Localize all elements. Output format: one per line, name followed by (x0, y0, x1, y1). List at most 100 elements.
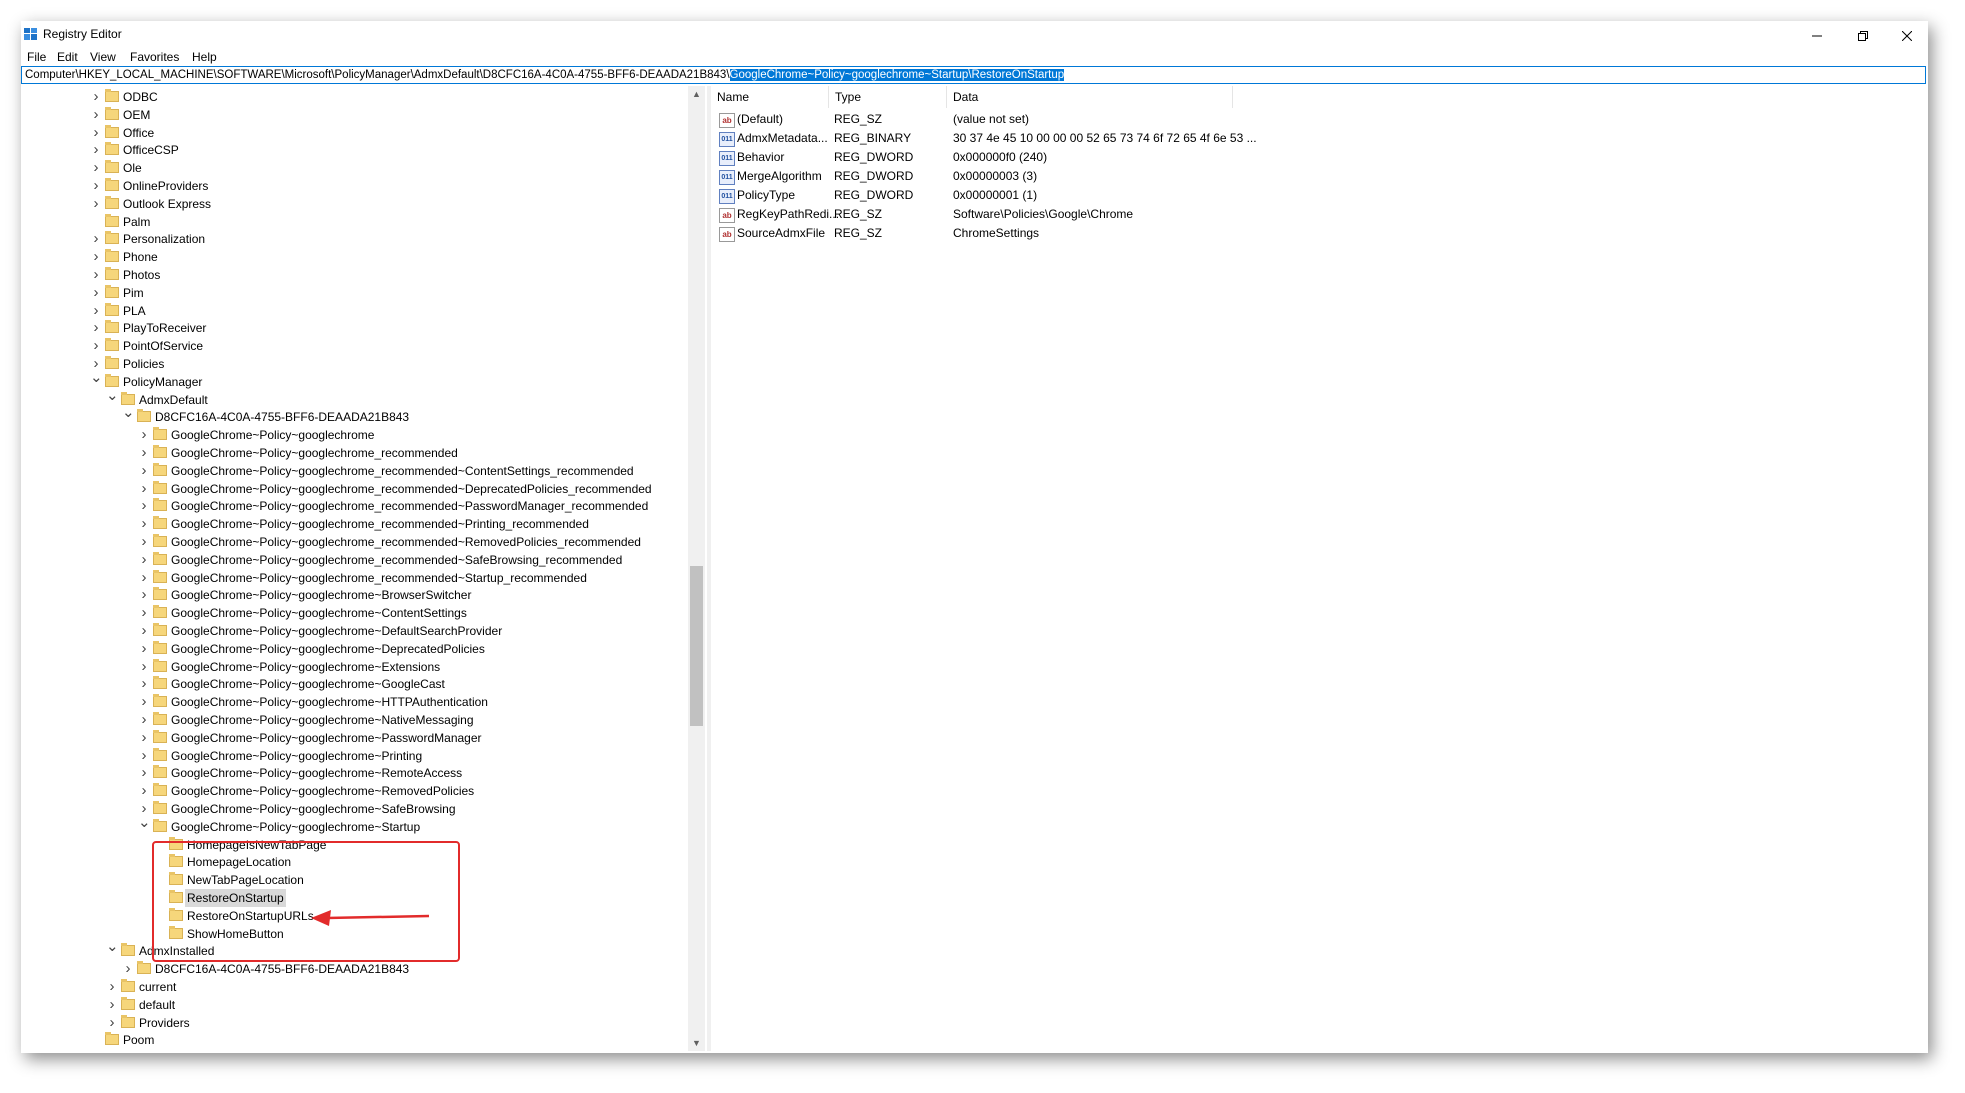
column-header-data[interactable]: Data (947, 86, 1233, 108)
minimize-button[interactable] (1794, 21, 1840, 51)
chevron-right-icon[interactable]: › (106, 1014, 118, 1032)
chevron-right-icon[interactable]: › (90, 106, 102, 124)
chevron-right-icon[interactable]: › (90, 319, 102, 337)
tree-item[interactable]: › PointOfService (21, 337, 681, 355)
tree-item[interactable]: ⌄ PolicyManager (21, 370, 681, 391)
menu-favorites[interactable]: Favorites (130, 50, 179, 64)
tree-item[interactable]: ⌄ D8CFC16A-4C0A-4755-BFF6-DEAADA21B843 (21, 405, 681, 426)
tree-item[interactable]: › GoogleChrome~Policy~googlechrome~Browse… (21, 586, 681, 604)
tree-item[interactable]: › GoogleChrome~Policy~googlechrome_recomm… (21, 497, 681, 515)
value-row[interactable]: 011 AdmxMetadata... REG_BINARY 30 37 4e 45 … (711, 129, 1311, 148)
chevron-right-icon[interactable]: › (138, 569, 150, 587)
chevron-right-icon[interactable]: › (138, 693, 150, 711)
tree-item[interactable]: › OnlineProviders (21, 177, 681, 195)
tree-item[interactable]: › GoogleChrome~Policy~googlechrome~Conten… (21, 604, 681, 622)
tree-item[interactable]: › Phone (21, 248, 681, 266)
column-header-name[interactable]: Name (711, 86, 829, 108)
chevron-right-icon[interactable]: › (138, 604, 150, 622)
tree-item[interactable]: › Office (21, 124, 681, 142)
menu-file[interactable]: File (27, 50, 46, 64)
scroll-down-icon[interactable]: ▼ (688, 1035, 705, 1051)
chevron-down-icon[interactable]: ⌄ (138, 815, 151, 836)
chevron-down-icon[interactable]: ⌄ (106, 388, 119, 409)
tree-item[interactable]: › GoogleChrome~Policy~googlechrome~Defaul… (21, 622, 681, 640)
menu-edit[interactable]: Edit (57, 50, 78, 64)
chevron-right-icon[interactable]: › (90, 88, 102, 106)
chevron-right-icon[interactable]: › (90, 230, 102, 248)
chevron-right-icon[interactable]: › (90, 124, 102, 142)
chevron-right-icon[interactable]: › (122, 960, 134, 978)
tree-item[interactable]: › GoogleChrome~Policy~googlechrome~Deprec… (21, 640, 681, 658)
chevron-right-icon[interactable]: › (90, 195, 102, 213)
chevron-right-icon[interactable]: › (138, 622, 150, 640)
menu-help[interactable]: Help (192, 50, 217, 64)
column-header-type[interactable]: Type (829, 86, 947, 108)
tree-item[interactable]: › GoogleChrome~Policy~googlechrome~Remove… (21, 782, 681, 800)
tree-item[interactable]: › default (21, 996, 681, 1014)
chevron-right-icon[interactable]: › (138, 586, 150, 604)
value-row[interactable]: ab RegKeyPathRedi... REG_SZ Software\Polici… (711, 205, 1311, 224)
tree-item[interactable]: › current (21, 978, 681, 996)
tree-item[interactable]: › Photos (21, 266, 681, 284)
value-row[interactable]: 011 PolicyType REG_DWORD 0x00000001 (1) (711, 186, 1311, 205)
tree-item[interactable]: › OEM (21, 106, 681, 124)
tree-item[interactable]: › Personalization (21, 230, 681, 248)
chevron-right-icon[interactable]: › (138, 747, 150, 765)
chevron-down-icon[interactable]: ⌄ (122, 405, 135, 426)
chevron-right-icon[interactable]: › (90, 337, 102, 355)
chevron-right-icon[interactable]: › (138, 640, 150, 658)
scroll-thumb[interactable] (690, 566, 703, 726)
tree-item[interactable]: › GoogleChrome~Policy~googlechrome~Remote… (21, 764, 681, 782)
tree-item[interactable]: › D8CFC16A-4C0A-4755-BFF6-DEAADA21B843 (21, 960, 681, 978)
tree-item[interactable]: › GoogleChrome~Policy~googlechrome~SafeBr… (21, 800, 681, 818)
chevron-right-icon[interactable]: › (90, 284, 102, 302)
menu-view[interactable]: View (90, 50, 116, 64)
tree-item[interactable]: ⌄ GoogleChrome~Policy~googlechrome~Startu… (21, 815, 681, 836)
chevron-right-icon[interactable]: › (90, 141, 102, 159)
chevron-right-icon[interactable]: › (138, 462, 150, 480)
tree-item[interactable]: › GoogleChrome~Policy~googlechrome_recomm… (21, 569, 681, 587)
tree-item[interactable]: › GoogleChrome~Policy~googlechrome_recomm… (21, 444, 681, 462)
chevron-right-icon[interactable]: › (138, 675, 150, 693)
tree-item[interactable]: › GoogleChrome~Policy~googlechrome~Google… (21, 675, 681, 693)
chevron-right-icon[interactable]: › (138, 533, 150, 551)
chevron-right-icon[interactable]: › (138, 729, 150, 747)
chevron-right-icon[interactable]: › (106, 978, 118, 996)
tree-item[interactable]: › Providers (21, 1014, 681, 1032)
close-button[interactable] (1884, 21, 1928, 51)
scroll-up-icon[interactable]: ▲ (688, 86, 705, 102)
tree-item[interactable]: › PlayToReceiver (21, 319, 681, 337)
chevron-right-icon[interactable]: › (138, 497, 150, 515)
chevron-right-icon[interactable]: › (138, 764, 150, 782)
tree-item[interactable]: › GoogleChrome~Policy~googlechrome_recomm… (21, 551, 681, 569)
tree-scrollbar[interactable]: ▲ ▼ (688, 86, 705, 1051)
tree-item[interactable]: › OfficeCSP (21, 141, 681, 159)
tree-item[interactable]: › GoogleChrome~Policy~googlechrome~Passwo… (21, 729, 681, 747)
tree-item[interactable]: › GoogleChrome~Policy~googlechrome~Native… (21, 711, 681, 729)
tree-item[interactable]: › GoogleChrome~Policy~googlechrome_recomm… (21, 480, 681, 498)
tree-item[interactable]: Poom (21, 1031, 681, 1049)
tree-item[interactable]: › GoogleChrome~Policy~googlechrome_recomm… (21, 515, 681, 533)
chevron-right-icon[interactable]: › (90, 177, 102, 195)
chevron-right-icon[interactable]: › (138, 444, 150, 462)
value-row[interactable]: 011 MergeAlgorithm REG_DWORD 0x00000003 (3) (711, 167, 1311, 186)
chevron-right-icon[interactable]: › (138, 711, 150, 729)
tree-item[interactable]: › GoogleChrome~Policy~googlechrome_recomm… (21, 533, 681, 551)
address-bar[interactable]: Computer\HKEY_LOCAL_MACHINE\SOFTWARE\Mic… (21, 66, 1926, 84)
tree-item[interactable]: › PLA (21, 302, 681, 320)
chevron-right-icon[interactable]: › (138, 551, 150, 569)
chevron-down-icon[interactable]: ⌄ (90, 370, 103, 391)
tree-item[interactable]: › Policies (21, 355, 681, 373)
chevron-right-icon[interactable]: › (106, 996, 118, 1014)
tree-item[interactable]: Palm (21, 213, 681, 231)
chevron-right-icon[interactable]: › (90, 248, 102, 266)
tree-item[interactable]: ⌄ AdmxDefault (21, 388, 681, 409)
tree-item[interactable]: › Pim (21, 284, 681, 302)
chevron-right-icon[interactable]: › (138, 426, 150, 444)
chevron-right-icon[interactable]: › (138, 782, 150, 800)
value-row[interactable]: ab SourceAdmxFile REG_SZ ChromeSettings (711, 224, 1311, 243)
tree-item[interactable]: › GoogleChrome~Policy~googlechrome_recomm… (21, 462, 681, 480)
chevron-right-icon[interactable]: › (138, 515, 150, 533)
chevron-right-icon[interactable]: › (138, 480, 150, 498)
tree-item[interactable]: › GoogleChrome~Policy~googlechrome (21, 426, 681, 444)
